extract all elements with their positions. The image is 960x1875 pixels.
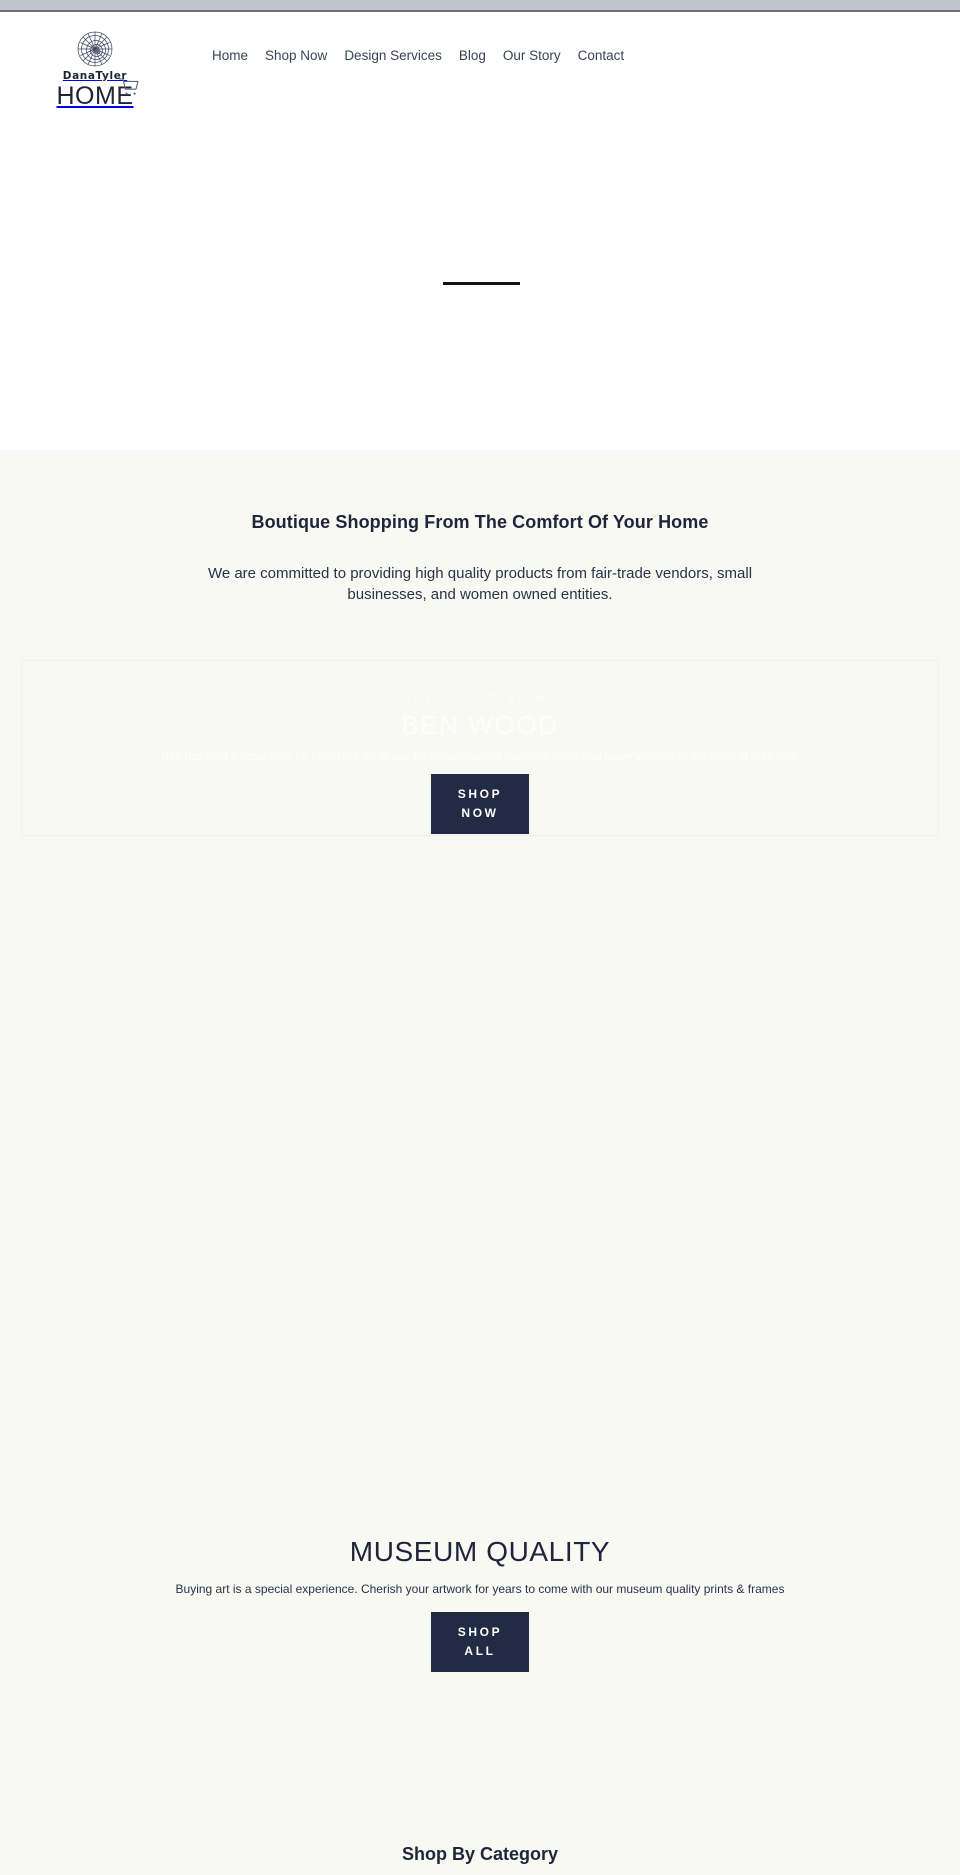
spotlight-artist-name: BEN WOOD (401, 710, 559, 740)
intro-copy: We are committed to providing high quali… (207, 565, 753, 604)
brand-word-name: HOME (56, 82, 134, 110)
site-header: DanaTyler HOME Home Shop Now Design Serv… (0, 14, 960, 124)
shop-now-button-line2: NOW (461, 805, 499, 820)
nav-item-shop-now[interactable]: Shop Now (265, 44, 344, 67)
hero-section (0, 124, 960, 450)
spotlight-cta-wrap: SHOP NOW (22, 774, 938, 835)
browser-chrome-bar (0, 0, 960, 12)
intro-title: Boutique Shopping From The Comfort Of Yo… (251, 512, 709, 532)
shop-now-button-line1: SHOP (457, 787, 503, 801)
shop-by-category-title: Shop By Category (401, 1844, 559, 1864)
cart-button[interactable] (118, 76, 140, 98)
spotlight-eyebrow: ARTIST SPOTLIGHT (403, 692, 557, 704)
museum-cta-wrap: SHOP ALL (0, 1612, 960, 1673)
museum-title: MUSEUM QUALITY (349, 1536, 611, 1567)
ammonite-shell-icon (77, 31, 113, 67)
main-content-region: Boutique Shopping From The Comfort Of Yo… (0, 450, 960, 1875)
hero-divider-rule (443, 282, 520, 285)
intro-block: Boutique Shopping From The Comfort Of Yo… (0, 512, 960, 606)
nav-item-blog[interactable]: Blog (459, 44, 503, 67)
main-navigation: Home Shop Now Design Services Blog Our S… (212, 44, 624, 67)
shopping-cart-icon (119, 78, 139, 95)
brand-script-name: DanaTyler (62, 70, 128, 82)
shop-now-button[interactable]: SHOP NOW (431, 774, 529, 835)
spotlight-description: Ben has built a reputation for being the… (161, 751, 799, 763)
nav-item-design-services[interactable]: Design Services (344, 44, 459, 67)
nav-item-home[interactable]: Home (212, 44, 265, 67)
shop-all-button[interactable]: SHOP ALL (431, 1612, 529, 1673)
site-logo[interactable]: DanaTyler HOME (30, 28, 160, 109)
artist-spotlight-banner: ARTIST SPOTLIGHT BEN WOOD Ben has built … (21, 660, 939, 836)
nav-item-our-story[interactable]: Our Story (503, 44, 578, 67)
shop-all-button-line1: SHOP (457, 1625, 503, 1639)
nav-item-contact[interactable]: Contact (578, 44, 625, 67)
shop-all-button-line2: ALL (464, 1643, 496, 1658)
museum-copy: Buying art is a special experience. Cher… (175, 1582, 785, 1596)
museum-quality-block: MUSEUM QUALITY Buying art is a special e… (0, 1536, 960, 1673)
